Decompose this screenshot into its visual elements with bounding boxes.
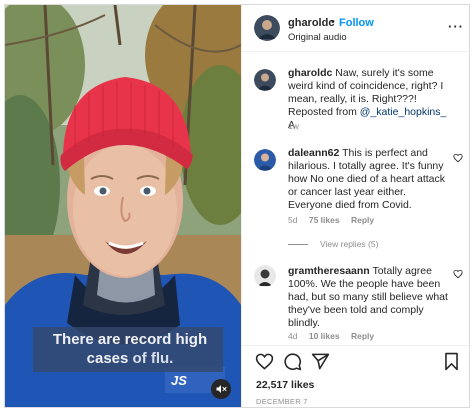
subtitle-bold-word: cases	[86, 350, 129, 367]
comment-meta: 1w	[288, 121, 308, 131]
repost-mention-link[interactable]: @_katie_hopkins_	[360, 106, 447, 118]
speaker-muted-icon	[216, 385, 227, 393]
post-details-panel: gharoldc • Follow Original audio ··· gha…	[241, 5, 469, 407]
post-date: DECEMBER 7	[256, 397, 308, 406]
heart-icon[interactable]	[255, 352, 274, 371]
bookmark-icon[interactable]	[442, 352, 461, 371]
comment-username[interactable]: gramtheresaann	[288, 265, 370, 277]
commenter-avatar[interactable]	[254, 69, 276, 91]
comment-time: 1w	[288, 121, 299, 131]
view-replies-label: View replies (5)	[320, 239, 379, 249]
subtitle-line-1: There are record high	[52, 331, 208, 348]
comments-list[interactable]: gharoldc Naw, surely it's some weird kin…	[242, 53, 469, 345]
commenter-avatar[interactable]	[254, 149, 276, 171]
reply-button[interactable]: Reply	[351, 215, 374, 225]
header-separator: •	[331, 16, 335, 28]
video-player[interactable]: There are record high cases of flu. JS	[5, 5, 241, 407]
commenter-avatar[interactable]	[254, 265, 276, 287]
mute-button[interactable]	[211, 379, 231, 399]
like-comment-heart-icon[interactable]	[453, 153, 463, 163]
comment-time: 4d	[288, 331, 298, 341]
more-options-icon[interactable]: ···	[448, 19, 464, 34]
replies-divider	[288, 244, 308, 246]
comment-icon[interactable]	[283, 352, 302, 371]
follow-button[interactable]: Follow	[339, 17, 374, 29]
subtitle-line-2: cases of flu.	[43, 349, 217, 368]
comment-body: gramtheresaann Totally agree 100%. We th…	[288, 265, 448, 330]
post-header: gharoldc • Follow Original audio ···	[242, 5, 469, 52]
author-username[interactable]: gharoldc	[288, 17, 334, 29]
view-replies-button[interactable]: View replies (5)	[288, 239, 378, 249]
post-actions: 22,517 likes DECEMBER 7	[242, 345, 469, 407]
comment-meta: 5d 75 likes Reply	[288, 215, 383, 225]
author-avatar[interactable]	[254, 15, 280, 41]
comment-username[interactable]: daleann62	[288, 147, 339, 159]
subtitle-rest: of flu.	[128, 350, 174, 367]
comment-meta: 4d 10 likes Reply	[288, 331, 383, 341]
instagram-post-modal: There are record high cases of flu. JS g…	[4, 4, 470, 408]
comment-likes[interactable]: 10 likes	[309, 331, 340, 341]
comment-username[interactable]: gharoldc	[288, 67, 332, 79]
reply-button[interactable]: Reply	[351, 331, 374, 341]
video-subtitle: There are record high cases of flu.	[33, 327, 223, 372]
comment-body: daleann62 This is perfect and hilarious.…	[288, 147, 448, 212]
like-comment-heart-icon[interactable]	[453, 269, 463, 279]
comment-time: 5d	[288, 215, 298, 225]
share-icon[interactable]	[311, 352, 330, 371]
likes-count[interactable]: 22,517 likes	[256, 379, 314, 391]
repost-prefix: Reposted from	[288, 106, 360, 118]
comment-body: gharoldc Naw, surely it's some weird kin…	[288, 67, 448, 132]
jacket-logo-text: JS	[171, 373, 187, 388]
comment-likes[interactable]: 75 likes	[309, 215, 340, 225]
audio-link[interactable]: Original audio	[288, 32, 347, 43]
